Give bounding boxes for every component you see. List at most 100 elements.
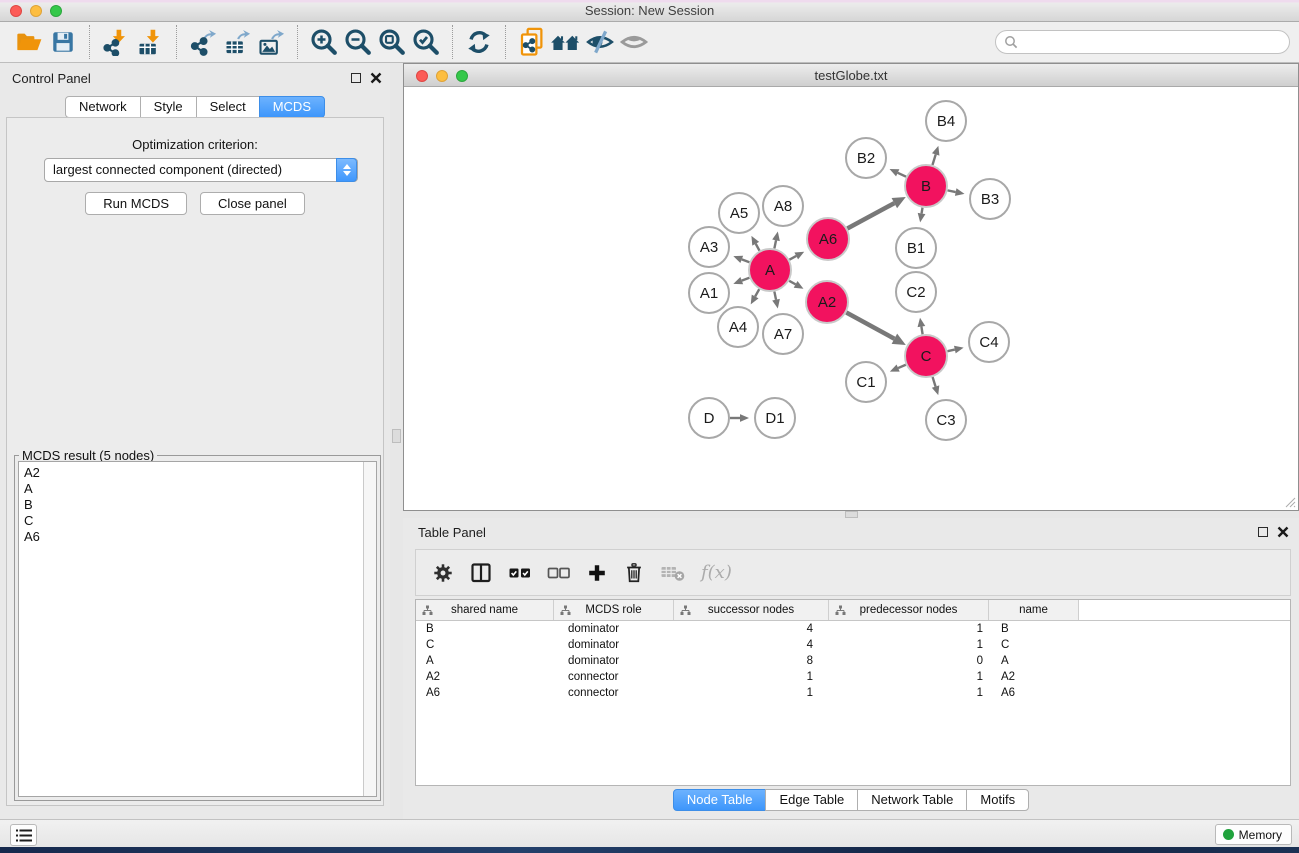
optimization-criterion-label: Optimization criterion:	[7, 137, 383, 152]
mcds-result-list[interactable]: A2 A B C A6	[18, 461, 377, 797]
float-panel-icon[interactable]	[351, 73, 361, 83]
list-item[interactable]: A2	[19, 465, 376, 481]
tab-network[interactable]: Network	[65, 96, 141, 118]
memory-button[interactable]: Memory	[1215, 824, 1292, 845]
zoom-fit-icon[interactable]	[375, 25, 409, 59]
table-row[interactable]: C dominator 4 1 C	[416, 637, 1290, 653]
node-table: shared name MCDS role successor nodes pr…	[415, 599, 1291, 786]
column-header-predecessor-nodes[interactable]: predecessor nodes	[829, 600, 989, 620]
graph-edge-B-B4[interactable]	[932, 154, 935, 165]
hide-graphics-details-icon[interactable]	[583, 25, 617, 59]
table-row[interactable]: A2 connector 1 1 A2	[416, 669, 1290, 685]
network-graph[interactable]: B4B2BB3A8A5A6B1A3AC2A1A2A4A7C4CC1C3DD1	[404, 87, 1298, 510]
show-columns-icon[interactable]	[469, 561, 493, 585]
export-image-icon[interactable]	[254, 25, 288, 59]
graph-edge-C-C3[interactable]	[933, 377, 936, 387]
refresh-view-icon[interactable]	[462, 25, 496, 59]
graph-edge-A-A1[interactable]	[742, 278, 750, 281]
graph-node-label: A5	[730, 205, 748, 222]
save-session-icon[interactable]	[46, 25, 80, 59]
network-canvas[interactable]: B4B2BB3A8A5A6B1A3AC2A1A2A4A7C4CC1C3DD1	[404, 87, 1298, 510]
network-window-titlebar[interactable]: testGlobe.txt	[404, 64, 1298, 87]
tab-style[interactable]: Style	[140, 96, 197, 118]
graph-edge-arrow	[932, 146, 939, 156]
select-all-rows-icon[interactable]	[508, 564, 532, 582]
toolbar-separator	[505, 25, 506, 59]
delete-selected-rows-icon[interactable]	[623, 562, 645, 584]
run-mcds-button[interactable]: Run MCDS	[85, 192, 187, 215]
tab-mcds[interactable]: MCDS	[259, 96, 325, 118]
table-row[interactable]: B dominator 4 1 B	[416, 621, 1290, 637]
graph-edge-A6-B[interactable]	[847, 203, 894, 228]
graph-edge-A-A6[interactable]	[789, 256, 796, 260]
add-column-icon[interactable]	[586, 562, 608, 584]
float-panel-icon[interactable]	[1258, 527, 1268, 537]
export-network-icon[interactable]	[186, 25, 220, 59]
graph-edge-A-A2[interactable]	[789, 281, 795, 285]
export-table-icon[interactable]	[220, 25, 254, 59]
import-table-icon[interactable]	[133, 25, 167, 59]
graph-edge-arrow	[733, 256, 743, 263]
table-tabs: Node Table Edge Table Network Table Moti…	[403, 789, 1299, 811]
graph-edge-A-A4[interactable]	[755, 289, 759, 296]
tab-motifs[interactable]: Motifs	[966, 789, 1029, 811]
close-panel-button[interactable]: Close panel	[200, 192, 305, 215]
zoom-out-icon[interactable]	[341, 25, 375, 59]
graph-edge-C-C1[interactable]	[898, 365, 906, 368]
tab-select[interactable]: Select	[196, 96, 260, 118]
search-input[interactable]	[995, 30, 1290, 54]
dropdown-stepper-icon[interactable]	[336, 158, 357, 182]
column-header-name[interactable]: name	[989, 600, 1079, 620]
clone-network-icon[interactable]	[515, 25, 549, 59]
graph-node-label: A1	[700, 285, 718, 302]
graph-edge-B-B3[interactable]	[948, 190, 956, 192]
horizontal-split-handle[interactable]	[845, 511, 858, 518]
graph-node-label: A8	[774, 198, 792, 215]
tab-network-table[interactable]: Network Table	[857, 789, 967, 811]
vertical-scrollbar[interactable]	[363, 462, 376, 796]
deselect-all-rows-icon[interactable]	[547, 564, 571, 582]
show-graphics-details-icon[interactable]	[617, 25, 651, 59]
column-header-mcds-role[interactable]: MCDS role	[554, 600, 674, 620]
network-overview-icon[interactable]	[549, 25, 583, 59]
memory-status-icon	[1223, 829, 1234, 840]
list-icon	[16, 829, 32, 842]
tab-node-table[interactable]: Node Table	[673, 789, 767, 811]
open-session-icon[interactable]	[12, 25, 46, 59]
import-network-icon[interactable]	[99, 25, 133, 59]
toolbar-separator	[89, 25, 90, 59]
zoom-selected-icon[interactable]	[409, 25, 443, 59]
zoom-in-icon[interactable]	[307, 25, 341, 59]
graph-edge-A2-C[interactable]	[846, 313, 894, 339]
graph-edge-A-A5[interactable]	[756, 244, 760, 251]
task-history-button[interactable]	[10, 824, 37, 846]
graph-node-label: D1	[765, 410, 784, 427]
column-header-shared-name[interactable]: shared name	[416, 600, 554, 620]
graph-edge-C-C4[interactable]	[947, 350, 954, 352]
list-item[interactable]: B	[19, 497, 376, 513]
table-row[interactable]: A dominator 8 0 A	[416, 653, 1290, 669]
graph-edge-A-A7[interactable]	[774, 292, 776, 300]
graph-edge-A-A3[interactable]	[742, 259, 750, 262]
delete-table-icon	[660, 563, 686, 583]
close-panel-icon[interactable]	[370, 72, 382, 84]
criterion-value: largest connected component (directed)	[53, 162, 282, 177]
tab-edge-table[interactable]: Edge Table	[765, 789, 858, 811]
close-icon[interactable]	[1277, 526, 1289, 538]
network-view-window: testGlobe.txt B4B2BB3A8A5A6B1A3AC2A1A2A4…	[403, 63, 1299, 511]
mcds-panel: Optimization criterion: largest connecte…	[6, 117, 384, 806]
table-row[interactable]: A6 connector 1 1 A6	[416, 685, 1290, 701]
list-item[interactable]: A	[19, 481, 376, 497]
graph-edge-A-A8[interactable]	[774, 240, 776, 248]
list-item[interactable]: C	[19, 513, 376, 529]
graph-edge-C-C2[interactable]	[921, 327, 922, 335]
settings-gear-icon[interactable]	[432, 562, 454, 584]
graph-edge-arrow	[772, 299, 780, 309]
graph-edge-B-B2[interactable]	[898, 173, 906, 177]
column-header-successor-nodes[interactable]: successor nodes	[674, 600, 829, 620]
criterion-dropdown[interactable]: largest connected component (directed)	[44, 158, 358, 182]
graph-edge-B-B1[interactable]	[922, 208, 923, 214]
list-item[interactable]: A6	[19, 529, 376, 545]
resize-grip[interactable]	[1283, 495, 1296, 508]
vertical-split-handle[interactable]	[392, 429, 401, 443]
